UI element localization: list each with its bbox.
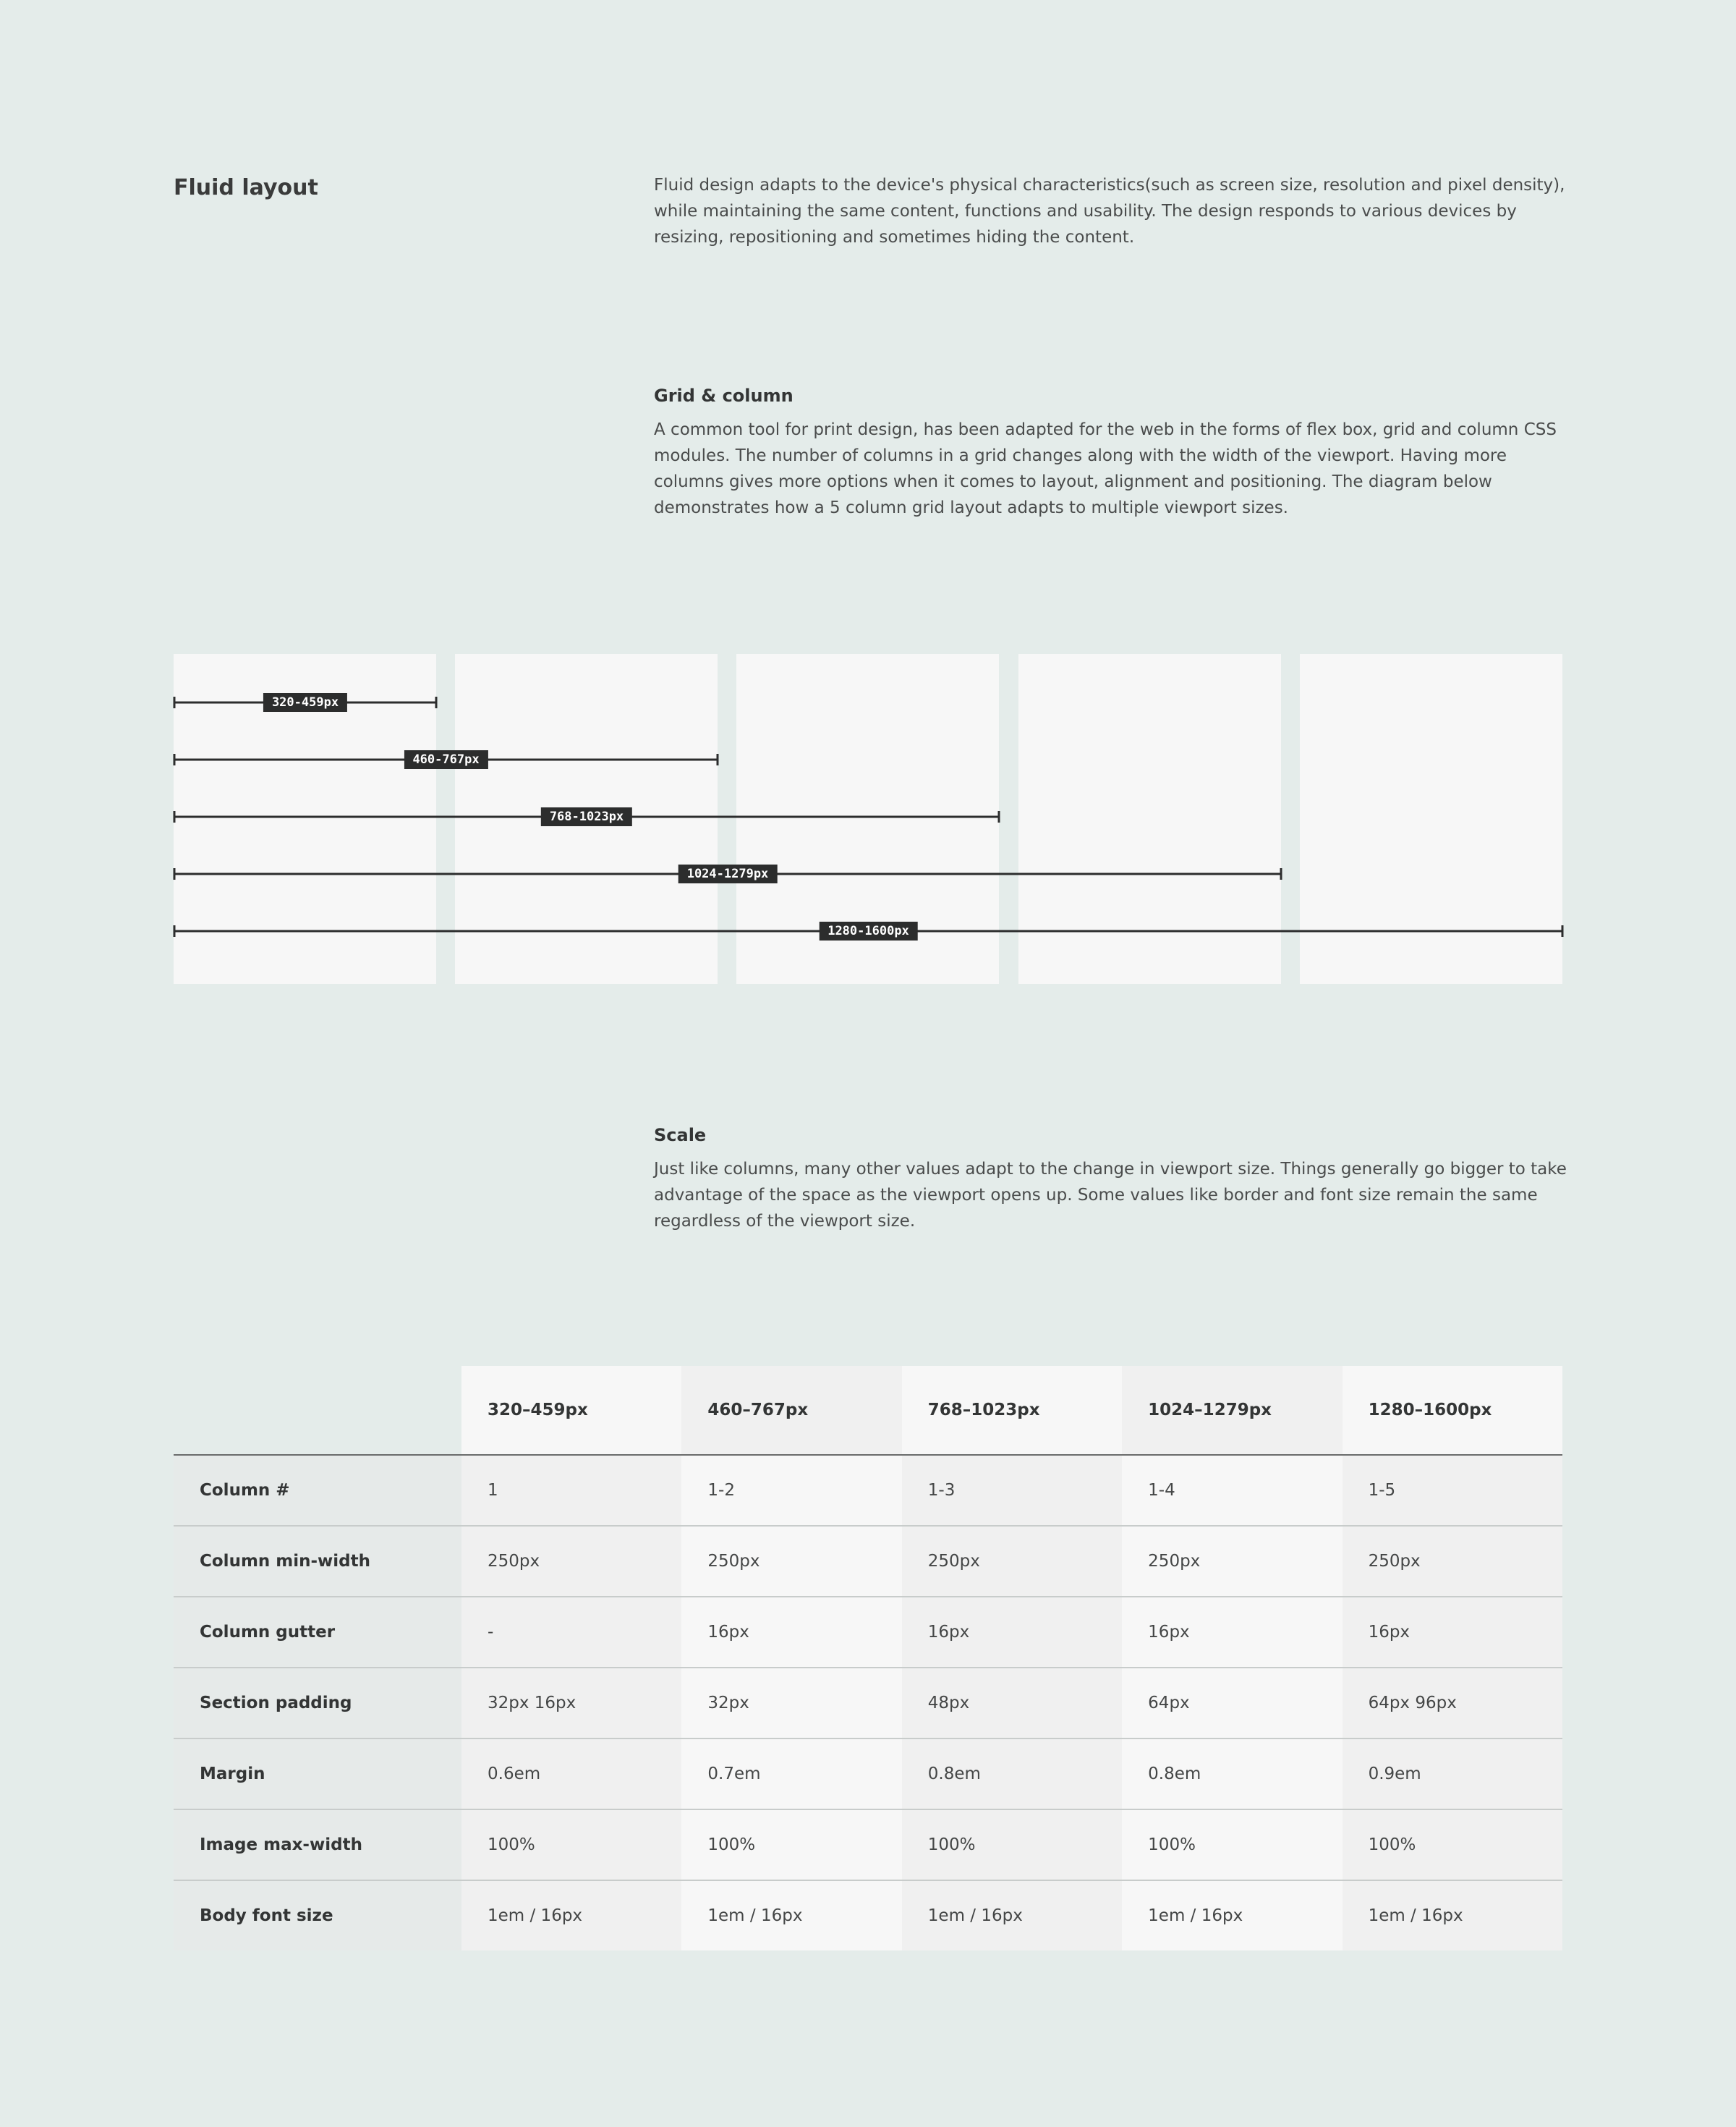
grid-diagram: 320-459px 460-767px 768-1023px 1024-1279px 1… [173, 654, 1564, 984]
table-cell: 16px [901, 1597, 1123, 1668]
range-label-5: 1280-1600px [819, 922, 918, 941]
table-cell: 16px [1342, 1597, 1562, 1668]
table-header-cell: 320–459px [461, 1366, 682, 1456]
table-cell: 100% [901, 1809, 1123, 1881]
table-cell: 1em / 16px [1122, 1880, 1343, 1950]
table-cell: 250px [1122, 1526, 1343, 1597]
table-row-label: Column gutter [174, 1597, 461, 1668]
table-cell: 48px [901, 1668, 1123, 1739]
table-cell: 250px [681, 1526, 902, 1597]
table-header-cell: 1280–1600px [1342, 1366, 1562, 1456]
table-row: Section padding 32px 16px 32px 48px 64px 64px… [174, 1668, 1562, 1739]
table-cell: 32px 16px [461, 1668, 682, 1739]
page-title: Fluid layout [174, 175, 318, 200]
table-header-cell: 1024–1279px [1122, 1366, 1343, 1456]
table-cell: 250px [1342, 1526, 1562, 1597]
table-row-label: Image max-width [174, 1809, 461, 1881]
table-row: Image max-width 100% 100% 100% 100% 100% [174, 1809, 1562, 1881]
scale-table: 320–459px 460–767px 768–1023px 1024–1279… [174, 1366, 1562, 1950]
table-cell: 16px [1122, 1597, 1343, 1668]
table-cell: 100% [681, 1809, 902, 1881]
range-label-3: 768-1023px [540, 807, 633, 826]
table-cell: 0.8em [901, 1738, 1123, 1810]
table-row-label: Column # [174, 1455, 461, 1527]
table-row-label: Body font size [174, 1880, 461, 1950]
table-cell: 1 [461, 1455, 682, 1527]
table-row-label: Section padding [174, 1668, 461, 1739]
table-row: Column #1 1-2 1-3 1-4 1-5 [174, 1455, 1562, 1527]
table-header-row: 320–459px 460–767px 768–1023px 1024–1279… [174, 1366, 1562, 1456]
scale-section: Scale Just like columns, many other valu… [654, 1123, 1573, 1234]
grid-column-section: Grid & column A common tool for print de… [654, 383, 1573, 521]
table-row-label: Margin [174, 1738, 461, 1810]
table-cell: 1-5 [1342, 1455, 1562, 1527]
table-cell: 0.6em [461, 1738, 682, 1810]
table-row-label: Column min-width [174, 1526, 461, 1597]
table-cell: 1em / 16px [461, 1880, 682, 1950]
table-cell: 100% [1122, 1809, 1343, 1881]
table-cell: 1-3 [901, 1455, 1123, 1527]
table-row: Column gutter -16px 16px 16px 16px [174, 1597, 1562, 1668]
grid-column-heading: Grid & column [654, 386, 793, 406]
table-cell: 0.8em [1122, 1738, 1343, 1810]
table-header-corner [174, 1366, 461, 1456]
grid-column-text: A common tool for print design, has been… [654, 420, 1557, 517]
table-cell: 1-4 [1122, 1455, 1343, 1527]
table-header-cell: 768–1023px [901, 1366, 1123, 1456]
table-cell: 1em / 16px [901, 1880, 1123, 1950]
intro-text: Fluid design adapts to the device's phys… [654, 176, 1565, 247]
table-cell: 32px [681, 1668, 902, 1739]
table-cell: 64px [1122, 1668, 1343, 1739]
table-cell: 100% [461, 1809, 682, 1881]
table-cell: 1-2 [681, 1455, 902, 1527]
range-label-2: 460-767px [404, 750, 488, 769]
table-cell: 1em / 16px [1342, 1880, 1562, 1950]
table-row: Margin 0.6em 0.7em 0.8em 0.8em 0.9em [174, 1738, 1562, 1810]
scale-heading: Scale [654, 1125, 707, 1145]
table-cell: 1em / 16px [681, 1880, 902, 1950]
table-cell: 16px [681, 1597, 902, 1668]
range-label-4: 1024-1279px [678, 865, 778, 883]
table-cell: 64px 96px [1342, 1668, 1562, 1739]
scale-text: Just like columns, many other values ada… [654, 1160, 1567, 1231]
table-cell: 0.9em [1342, 1738, 1562, 1810]
table-cell: 0.7em [681, 1738, 902, 1810]
table-row: Body font size 1em / 16px 1em / 16px 1em / … [174, 1880, 1562, 1950]
table-row: Column min-width 250px 250px 250px 250px 250p… [174, 1526, 1562, 1597]
range-label-1: 320-459px [263, 693, 348, 712]
table-cell: 250px [901, 1526, 1123, 1597]
table-cell: 250px [461, 1526, 682, 1597]
table-cell: 100% [1342, 1809, 1562, 1881]
table-cell: - [461, 1597, 682, 1668]
table-header-cell: 460–767px [681, 1366, 902, 1456]
